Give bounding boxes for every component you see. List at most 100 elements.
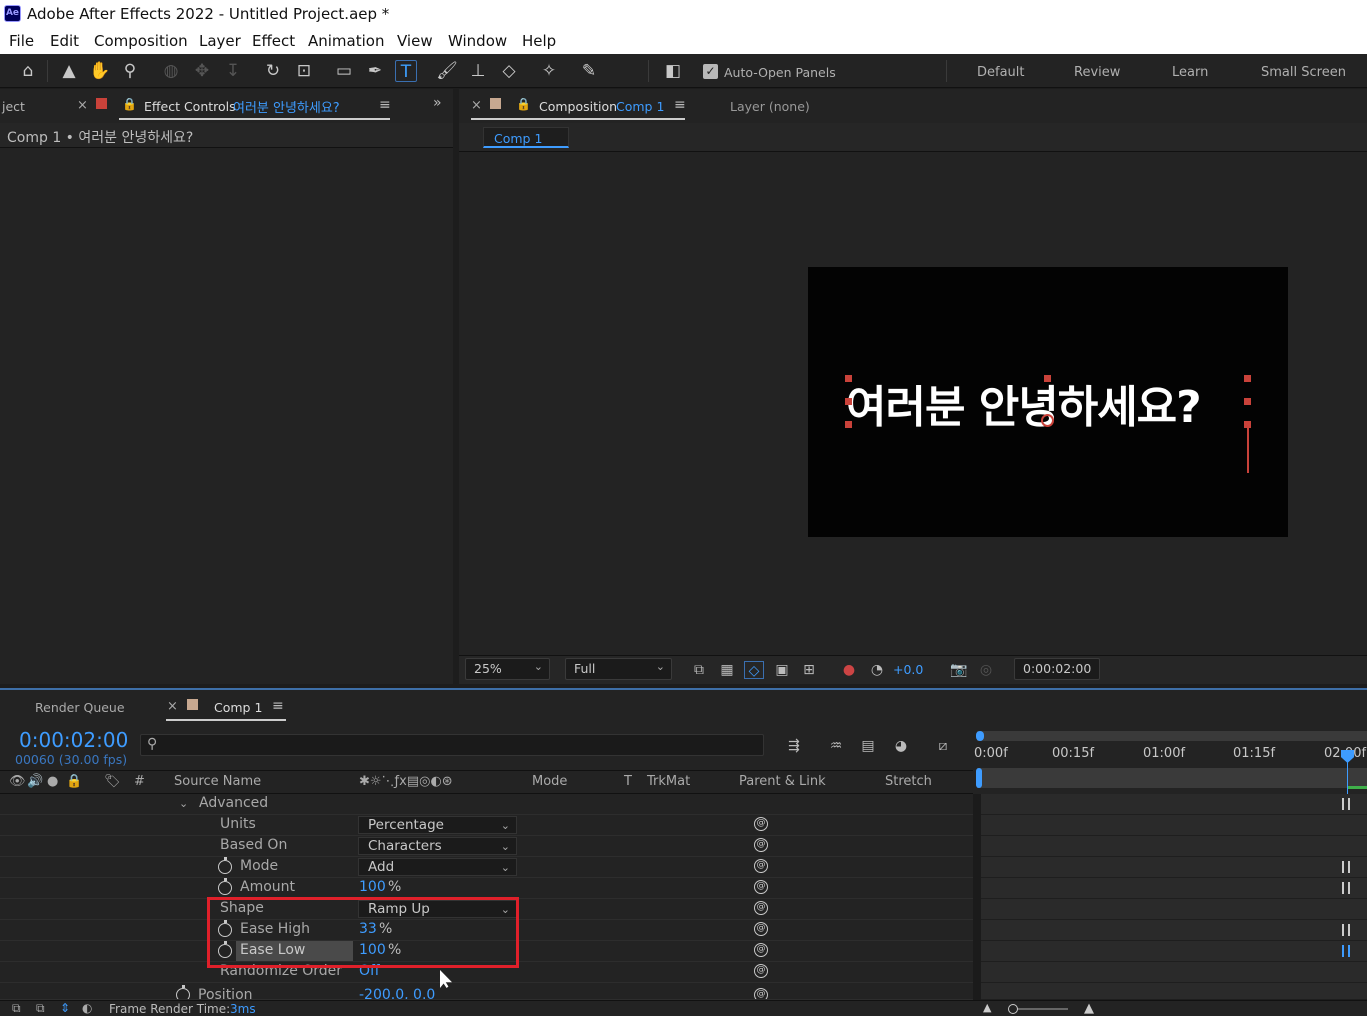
layer-tab[interactable]: Layer (none) bbox=[730, 99, 810, 114]
menu-view[interactable]: View bbox=[397, 32, 433, 50]
project-tab[interactable]: ject bbox=[2, 99, 25, 114]
fast-previews-icon[interactable]: ⧉ bbox=[689, 661, 709, 679]
layer-handle[interactable] bbox=[845, 398, 852, 405]
close-tab-icon[interactable]: × bbox=[471, 98, 482, 113]
composition-canvas[interactable]: 여러분 안녕하세요? bbox=[808, 267, 1288, 537]
lock-icon[interactable]: 🔒 bbox=[122, 97, 137, 111]
track-row[interactable] bbox=[981, 962, 1367, 983]
transfer-controls-toggle-icon[interactable]: ⇕ bbox=[60, 1001, 70, 1015]
type-tool-icon[interactable]: T bbox=[395, 60, 417, 82]
video-switch-icon[interactable]: 👁 bbox=[9, 774, 26, 789]
solo-switch-icon[interactable]: ● bbox=[47, 774, 58, 789]
expression-pickwhip-icon[interactable]: @ bbox=[754, 901, 768, 915]
layer-handle[interactable] bbox=[845, 375, 852, 382]
brush-tool-icon[interactable]: 🖌 bbox=[436, 60, 458, 82]
lock-switch-icon[interactable]: 🔒 bbox=[66, 774, 82, 789]
property-row-based-on[interactable]: Based On Characters ⌄ @ bbox=[0, 836, 973, 857]
work-area-bar[interactable] bbox=[977, 768, 1367, 788]
track-row[interactable] bbox=[981, 878, 1367, 899]
work-area-start-handle[interactable] bbox=[976, 768, 982, 788]
effect-controls-tab[interactable]: Effect Controls bbox=[144, 99, 236, 114]
anchor-point-icon[interactable] bbox=[1041, 414, 1054, 427]
render-time-toggle-icon[interactable]: ◐ bbox=[82, 1001, 92, 1015]
eraser-tool-icon[interactable]: ◇ bbox=[498, 60, 520, 82]
dolly-camera-icon[interactable]: ↧ bbox=[222, 60, 244, 82]
panel-menu-icon[interactable]: ≡ bbox=[379, 97, 391, 113]
lock-icon[interactable]: 🔒 bbox=[516, 97, 531, 111]
clone-stamp-icon[interactable]: ⊥ bbox=[467, 60, 489, 82]
rectangle-tool-icon[interactable]: ▭ bbox=[333, 60, 355, 82]
zoom-in-icon[interactable]: ▲ bbox=[1084, 1001, 1094, 1016]
chevron-down-icon[interactable]: ⌄ bbox=[179, 797, 188, 810]
hand-tool-icon[interactable]: ✋ bbox=[89, 60, 111, 82]
source-name-column[interactable]: Source Name bbox=[174, 774, 261, 789]
menu-help[interactable]: Help bbox=[522, 32, 556, 50]
composition-mini-flowchart-icon[interactable]: ⇶ bbox=[784, 737, 804, 755]
track-row[interactable] bbox=[981, 920, 1367, 941]
timeline-zoom-handle[interactable] bbox=[1008, 1004, 1018, 1014]
menu-edit[interactable]: Edit bbox=[50, 32, 79, 50]
layer-handle[interactable] bbox=[1244, 398, 1251, 405]
timeline-zoom-slider[interactable] bbox=[1012, 1008, 1068, 1010]
amount-value[interactable]: 100 bbox=[359, 879, 386, 895]
time-navigator[interactable] bbox=[977, 731, 1367, 741]
graph-editor-icon[interactable]: ⧄ bbox=[933, 737, 953, 755]
guides-icon[interactable]: ⊞ bbox=[799, 661, 819, 679]
pan-behind-tool-icon[interactable]: ⊡ bbox=[293, 60, 315, 82]
expression-pickwhip-icon[interactable]: @ bbox=[754, 859, 768, 873]
channel-icon[interactable]: ● bbox=[839, 661, 859, 679]
position-value[interactable]: -200.0, 0.0 bbox=[359, 987, 435, 999]
rotation-tool-icon[interactable]: ↻ bbox=[262, 60, 284, 82]
shy-layers-icon[interactable]: ♒ bbox=[826, 737, 846, 755]
track-row[interactable] bbox=[981, 794, 1367, 815]
workspace-default[interactable]: Default bbox=[977, 65, 1025, 80]
expression-pickwhip-icon[interactable]: @ bbox=[754, 964, 768, 978]
home-icon[interactable]: ⌂ bbox=[17, 60, 39, 82]
frame-blending-icon[interactable]: ▤ bbox=[858, 737, 878, 755]
expression-pickwhip-icon[interactable]: @ bbox=[754, 880, 768, 894]
keyframe-icon[interactable] bbox=[1342, 882, 1350, 894]
t-column[interactable]: T bbox=[624, 774, 632, 789]
snapping-icon[interactable]: ◧ bbox=[662, 60, 684, 82]
menu-window[interactable]: Window bbox=[448, 32, 507, 50]
current-time-display[interactable]: 0:00:02:00 bbox=[19, 728, 128, 752]
show-snapshot-icon[interactable]: ◎ bbox=[976, 661, 996, 679]
viewer-timecode[interactable]: 0:00:02:00 bbox=[1014, 658, 1100, 680]
units-dropdown[interactable]: Percentage ⌄ bbox=[358, 816, 517, 834]
workspace-small-screen[interactable]: Small Screen bbox=[1261, 65, 1346, 80]
expression-pickwhip-icon[interactable]: @ bbox=[754, 922, 768, 936]
keyframe-icon[interactable] bbox=[1342, 798, 1350, 810]
track-row[interactable] bbox=[981, 857, 1367, 878]
puppet-pin-icon[interactable]: ✎ bbox=[578, 60, 600, 82]
menu-composition[interactable]: Composition bbox=[94, 32, 188, 50]
keyframe-icon[interactable] bbox=[1342, 861, 1350, 873]
orbit-camera-icon[interactable]: ◍ bbox=[160, 60, 182, 82]
transparency-grid-icon[interactable]: ▦ bbox=[717, 661, 737, 679]
layer-handle[interactable] bbox=[1044, 375, 1051, 382]
menu-file[interactable]: File bbox=[9, 32, 34, 50]
composition-tab[interactable]: Composition bbox=[539, 99, 617, 114]
pen-tool-icon[interactable]: ✒ bbox=[364, 60, 386, 82]
motion-blur-icon[interactable]: ◕ bbox=[891, 737, 911, 755]
audio-switch-icon[interactable]: 🔊 bbox=[27, 774, 43, 789]
property-row-amount[interactable]: Amount 100 % @ bbox=[0, 878, 973, 899]
auto-open-panels-checkbox[interactable]: ✓ bbox=[703, 64, 718, 79]
panel-menu-icon[interactable]: ≡ bbox=[272, 698, 284, 714]
track-row[interactable] bbox=[981, 836, 1367, 857]
property-row-units[interactable]: Units Percentage ⌄ @ bbox=[0, 815, 973, 836]
render-queue-tab[interactable]: Render Queue bbox=[35, 700, 125, 715]
composition-tab-name[interactable]: Comp 1 bbox=[616, 99, 664, 114]
effect-controls-layer-name[interactable]: 여러분 안녕하세요? bbox=[233, 97, 340, 116]
layer-switches-icon[interactable]: ✱☼⋱ƒx▤◎◐⊛ bbox=[359, 774, 453, 789]
region-of-interest-icon[interactable]: ▣ bbox=[772, 661, 792, 679]
expression-pickwhip-icon[interactable]: @ bbox=[754, 943, 768, 957]
property-row-advanced[interactable]: ⌄ Advanced bbox=[0, 794, 973, 815]
mode-column[interactable]: Mode bbox=[532, 774, 567, 789]
expression-pickwhip-icon[interactable]: @ bbox=[754, 988, 768, 999]
navigator-start-handle[interactable] bbox=[976, 731, 984, 741]
trkmat-column[interactable]: TrkMat bbox=[647, 774, 690, 789]
track-row[interactable] bbox=[981, 899, 1367, 920]
zoom-out-icon[interactable]: ▲ bbox=[983, 1001, 991, 1014]
workspace-learn[interactable]: Learn bbox=[1172, 65, 1208, 80]
zoom-tool-icon[interactable]: ⚲ bbox=[119, 60, 141, 82]
